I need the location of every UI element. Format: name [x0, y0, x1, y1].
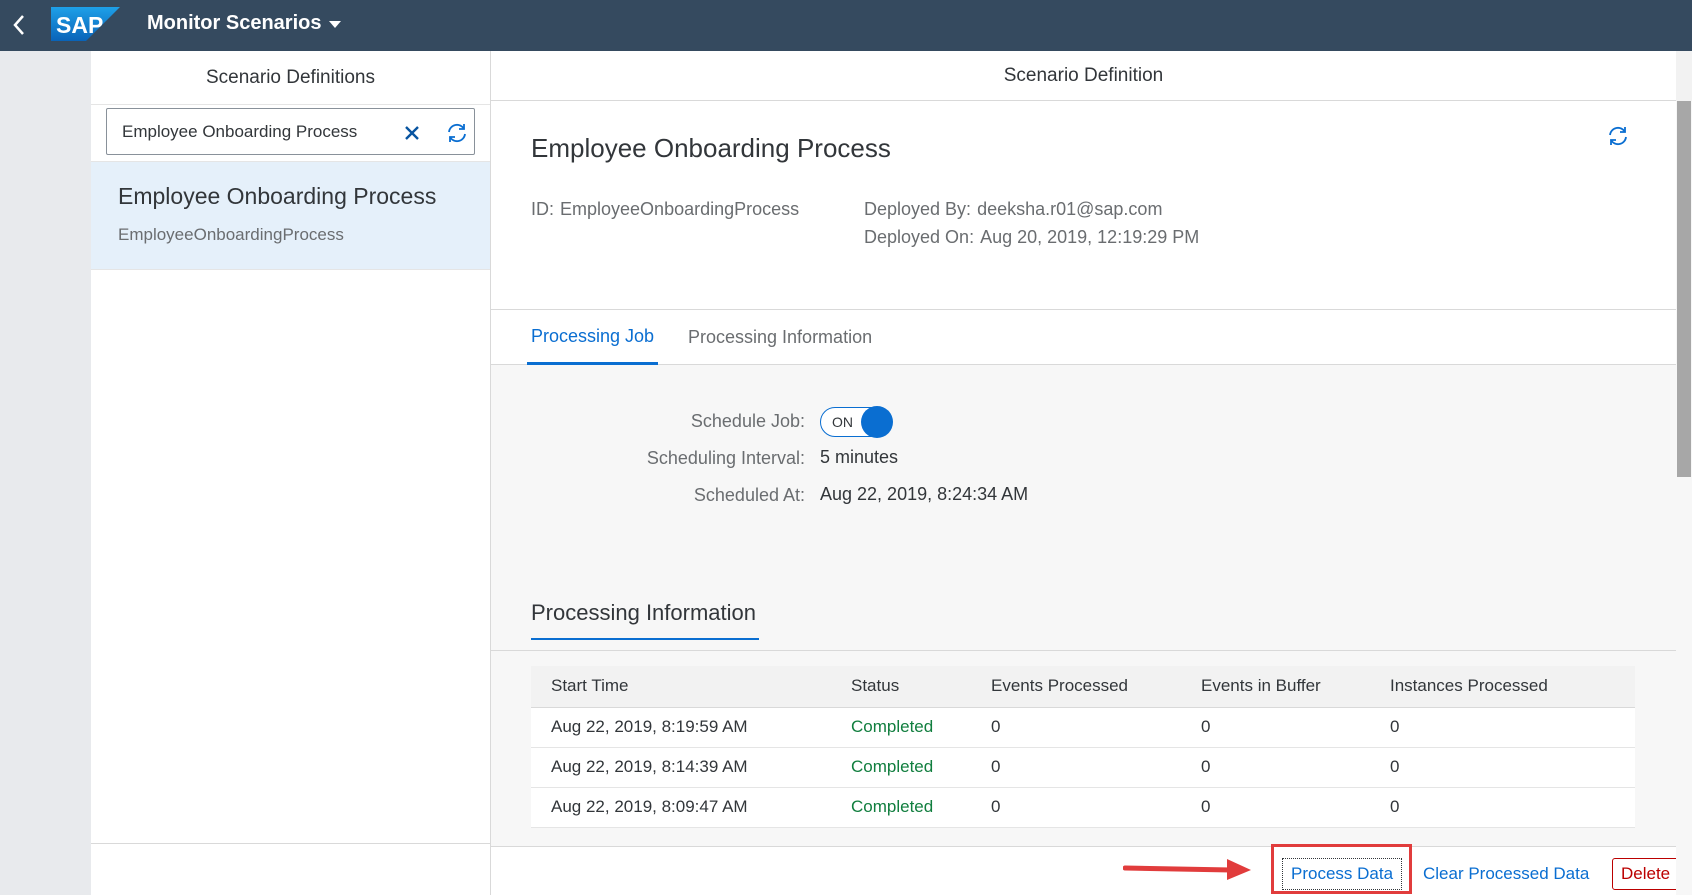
scheduled-at-value: Aug 22, 2019, 8:24:34 AM — [820, 484, 1029, 504]
scheduling-interval-value: 5 minutes — [820, 447, 899, 467]
column-header[interactable]: Events Processed — [971, 666, 1181, 708]
footer-toolbar: Process Data Clear Processed Data Delete — [491, 846, 1680, 895]
detail-panel: Scenario Definition Employee Onboarding … — [491, 51, 1680, 895]
scheduled-at-row: Scheduled At: — [491, 484, 805, 506]
attr-deployed-by-label: Deployed By: — [864, 199, 972, 219]
attr-deployed-on: Deployed On: Aug 20, 2019, 12:19:29 PM — [864, 227, 1199, 248]
schedule-job-row: Schedule Job: — [491, 410, 805, 432]
tab-bar: Processing Job Processing Information — [491, 309, 1676, 365]
left-margin — [0, 51, 91, 895]
events-processed-cell: 0 — [971, 787, 1181, 828]
list-item-description: EmployeeOnboardingProcess — [118, 225, 344, 244]
master-panel: Scenario Definitions Employee Onboarding… — [91, 51, 491, 895]
toggle-state: ON — [832, 414, 853, 430]
chevron-left-icon — [13, 15, 24, 35]
caret-down-icon — [329, 21, 342, 28]
toggle-knob — [861, 406, 893, 438]
object-title: Employee Onboarding Process — [531, 133, 891, 163]
schedule-job-label: Schedule Job: — [690, 410, 805, 431]
column-header[interactable]: Status — [831, 666, 971, 708]
table-row[interactable]: Aug 22, 2019, 8:19:59 AM Completed 0 0 0 — [531, 707, 1635, 748]
status-cell: Completed — [831, 787, 971, 828]
back-button[interactable] — [4, 10, 34, 40]
attr-deployed-on-label: Deployed On: — [864, 227, 975, 247]
attr-deployed-by: Deployed By: deeksha.r01@sap.com — [864, 199, 1162, 220]
status-cell: Completed — [831, 747, 971, 788]
delete-button[interactable]: Delete — [1612, 858, 1680, 890]
refresh-icon[interactable] — [1603, 121, 1633, 151]
processing-table: Start Time Status Events Processed Event… — [531, 666, 1635, 828]
table-row[interactable]: Aug 22, 2019, 8:14:39 AM Completed 0 0 0 — [531, 747, 1635, 788]
attr-id-value: EmployeeOnboardingProcess — [560, 199, 800, 219]
list-item-title: Employee Onboarding Process — [118, 183, 437, 209]
attr-deployed-by-value: deeksha.r01@sap.com — [977, 199, 1163, 219]
app-title: Monitor Scenarios — [147, 12, 322, 34]
detail-scrollbar[interactable] — [1676, 101, 1692, 895]
scheduling-interval-row: Scheduling Interval: — [491, 447, 805, 469]
detail-header: Scenario Definition — [491, 51, 1676, 101]
clear-icon[interactable] — [399, 120, 425, 146]
processing-info-title: Processing Information — [531, 600, 759, 640]
shell-bar: SAP Monitor Scenarios — [0, 0, 1692, 51]
master-header: Scenario Definitions — [91, 51, 490, 105]
scheduled-at-label: Scheduled At: — [693, 484, 805, 505]
list-item[interactable]: Employee Onboarding Process EmployeeOnbo… — [91, 161, 490, 270]
events-processed-cell: 0 — [971, 747, 1181, 788]
events-processed-cell: 0 — [971, 707, 1181, 748]
instances-processed-cell: 0 — [1370, 747, 1635, 788]
attr-deployed-on-value: Aug 20, 2019, 12:19:29 PM — [980, 227, 1200, 247]
scrollbar-thumb[interactable] — [1677, 101, 1691, 477]
instances-processed-cell: 0 — [1370, 787, 1635, 828]
status-cell: Completed — [831, 707, 971, 748]
schedule-job-toggle[interactable]: ON — [820, 406, 893, 438]
processing-job-section: Schedule Job: ON Scheduling Interval: 5 … — [491, 365, 1676, 895]
column-header[interactable]: Start Time — [531, 666, 831, 708]
annotation-arrow-icon — [1123, 859, 1251, 880]
attr-id-label: ID: — [531, 199, 555, 219]
start-time-cell: Aug 22, 2019, 8:09:47 AM — [531, 787, 831, 828]
attr-id: ID: EmployeeOnboardingProcess — [531, 199, 799, 220]
search-input[interactable]: Employee Onboarding Process — [122, 122, 357, 142]
clear-processed-data-button[interactable]: Clear Processed Data — [1415, 858, 1598, 890]
tab-processing-information[interactable]: Processing Information — [688, 310, 872, 365]
divider — [491, 650, 1676, 651]
scheduling-interval-label: Scheduling Interval: — [646, 447, 805, 468]
svg-text:SAP: SAP — [56, 12, 103, 38]
instances-processed-cell: 0 — [1370, 707, 1635, 748]
master-footer — [91, 843, 490, 895]
column-header[interactable]: Instances Processed — [1370, 666, 1635, 708]
events-in-buffer-cell: 0 — [1181, 747, 1370, 788]
search-field[interactable]: Employee Onboarding Process — [106, 108, 475, 155]
sap-logo[interactable]: SAP — [51, 7, 120, 41]
tab-processing-job[interactable]: Processing Job — [527, 310, 659, 365]
table-row[interactable]: Aug 22, 2019, 8:09:47 AM Completed 0 0 0 — [531, 787, 1635, 828]
app-title-menu[interactable]: Monitor Scenarios — [147, 12, 342, 35]
start-time-cell: Aug 22, 2019, 8:19:59 AM — [531, 707, 831, 748]
annotation-highlight-box — [1271, 844, 1412, 894]
events-in-buffer-cell: 0 — [1181, 707, 1370, 748]
refresh-icon[interactable] — [443, 119, 471, 147]
start-time-cell: Aug 22, 2019, 8:14:39 AM — [531, 747, 831, 788]
column-header[interactable]: Events in Buffer — [1181, 666, 1370, 708]
events-in-buffer-cell: 0 — [1181, 787, 1370, 828]
table-header-row: Start Time Status Events Processed Event… — [531, 666, 1635, 708]
